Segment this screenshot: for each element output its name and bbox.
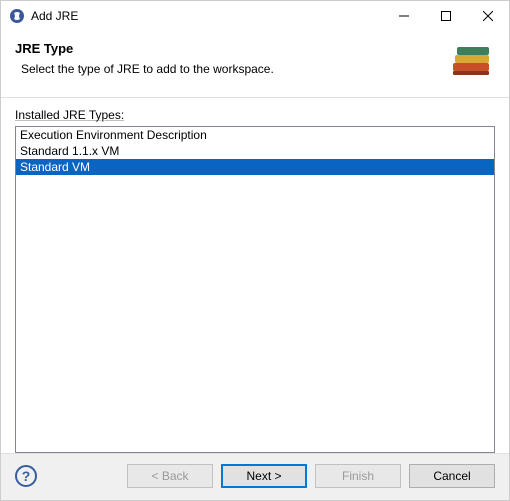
list-item[interactable]: Execution Environment Description xyxy=(16,127,494,143)
list-item[interactable]: Standard VM xyxy=(16,159,494,175)
close-button[interactable] xyxy=(467,1,509,31)
button-bar: ? < Back Next > Finish Cancel xyxy=(1,453,509,500)
next-button[interactable]: Next > xyxy=(221,464,307,488)
page-description: Select the type of JRE to add to the wor… xyxy=(21,62,439,76)
minimize-button[interactable] xyxy=(383,1,425,31)
help-button[interactable]: ? xyxy=(15,465,37,487)
header-text: JRE Type Select the type of JRE to add t… xyxy=(15,41,439,76)
content-area: Installed JRE Types: Execution Environme… xyxy=(1,98,509,453)
wizard-banner-icon xyxy=(447,41,495,83)
list-label: Installed JRE Types: xyxy=(15,108,495,122)
dialog-window: Add JRE JRE Type Select the type of JRE … xyxy=(0,0,510,501)
wizard-header: JRE Type Select the type of JRE to add t… xyxy=(1,31,509,98)
back-button: < Back xyxy=(127,464,213,488)
maximize-button[interactable] xyxy=(425,1,467,31)
window-title: Add JRE xyxy=(31,9,383,23)
jre-types-list[interactable]: Execution Environment Description Standa… xyxy=(15,126,495,453)
app-icon xyxy=(9,8,25,24)
titlebar: Add JRE xyxy=(1,1,509,31)
finish-button: Finish xyxy=(315,464,401,488)
window-controls xyxy=(383,1,509,31)
page-title: JRE Type xyxy=(15,41,439,56)
list-item[interactable]: Standard 1.1.x VM xyxy=(16,143,494,159)
cancel-button[interactable]: Cancel xyxy=(409,464,495,488)
